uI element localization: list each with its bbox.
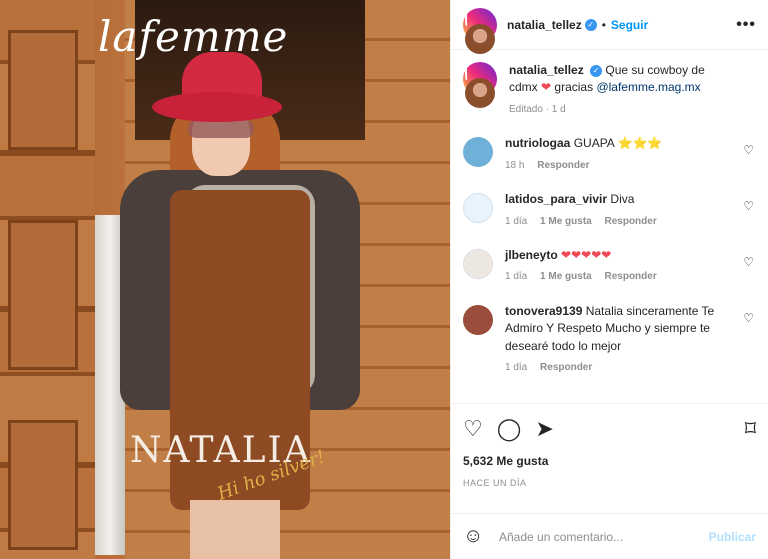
more-icon[interactable]: ••• (736, 16, 756, 34)
comment-username[interactable]: jlbeneyto (505, 248, 558, 262)
publish-button[interactable]: Publicar (709, 530, 756, 544)
comments-list[interactable]: natalia_tellez ✓ Que su cowboy de cdmx ❤… (451, 50, 768, 403)
bookmark-icon[interactable]: ⌑ (745, 416, 756, 442)
caption-body: natalia_tellez ✓ Que su cowboy de cdmx ❤… (509, 62, 756, 117)
commenter-avatar[interactable] (463, 193, 493, 224)
like-comment-icon[interactable]: ♡ (743, 199, 754, 213)
mention-link[interactable]: @lafemme.mag.mx (596, 80, 700, 94)
door-panel (8, 420, 78, 550)
share-icon[interactable]: ➤ (535, 416, 553, 442)
comment-likes[interactable]: 1 Me gusta (540, 271, 592, 282)
comment-likes[interactable]: 1 Me gusta (540, 216, 592, 227)
comment-body: tonovera9139 Natalia sinceramente Te Adm… (505, 303, 756, 376)
emoji-icon[interactable]: ☺ (463, 525, 487, 548)
magazine-logo: lafemme (98, 12, 289, 61)
post-header: natalia_tellez ✓ • Seguir ••• (451, 0, 768, 70)
commenter-avatar[interactable] (463, 304, 493, 335)
commenter-avatar[interactable] (463, 249, 493, 280)
post-sidebar: natalia_tellez ✓ • Seguir ••• natalia_te… (450, 0, 768, 559)
reply-button[interactable]: Responder (537, 160, 589, 171)
follow-button[interactable]: Seguir (611, 18, 648, 32)
comment-item: jlbeneyto ❤❤❤❤❤ 1 día 1 Me gusta Respond… (463, 247, 756, 285)
hat-brim (152, 92, 282, 122)
comment-time: 1 día (505, 362, 528, 374)
door-panel (8, 30, 78, 150)
door-left (0, 0, 95, 559)
post-frame: lafemme NATALIA Hi ho silver! natalia_te… (0, 0, 768, 559)
star-emoji: ⭐⭐⭐ (617, 136, 663, 151)
like-comment-icon[interactable]: ♡ (743, 143, 754, 157)
comment-item: latidos_para_vivir Diva 1 día 1 Me gusta… (463, 191, 756, 229)
author-avatar[interactable] (463, 7, 497, 70)
comment-body: nutriologaa GUAPA ⭐⭐⭐ 18 h Responder (505, 135, 756, 173)
reply-button[interactable]: Responder (605, 216, 657, 227)
verified-icon: ✓ (590, 64, 603, 77)
comment-username[interactable]: tonovera9139 (505, 304, 582, 318)
comment-item: nutriologaa GUAPA ⭐⭐⭐ 18 h Responder ♡ (463, 135, 756, 173)
comment-time: 1 día (505, 271, 528, 283)
heart-emoji: ❤ (541, 80, 552, 95)
comment-input[interactable] (499, 529, 709, 544)
action-icons: ♡ ◯ ➤ ⌑ (463, 416, 756, 442)
heart-emoji: ❤❤❤❤❤ (561, 248, 612, 263)
likes-count[interactable]: 5,632 Me gusta (463, 454, 756, 468)
verified-icon: ✓ (584, 18, 597, 31)
comment-time: 1 día (505, 215, 528, 227)
door-panel (8, 220, 78, 370)
like-comment-icon[interactable]: ♡ (743, 255, 754, 269)
reply-button[interactable]: Responder (605, 271, 657, 282)
reply-button[interactable]: Responder (540, 362, 592, 373)
comment-meta: 1 día Responder (505, 361, 736, 376)
heart-icon[interactable]: ♡ (463, 416, 483, 442)
comment-time: 18 h (505, 159, 525, 171)
comment-text: GUAPA (573, 136, 615, 151)
separator-dot: • (601, 17, 606, 32)
comment-username[interactable]: nutriologaa (505, 136, 570, 150)
comment-body: jlbeneyto ❤❤❤❤❤ 1 día 1 Me gusta Respond… (505, 247, 756, 285)
comment-meta: 1 día 1 Me gusta Responder (505, 270, 736, 285)
comment-icon[interactable]: ◯ (497, 416, 522, 442)
comment-text: Diva (610, 192, 635, 207)
caption-meta: Editado · 1 d (509, 103, 566, 115)
caption-avatar[interactable] (463, 62, 497, 124)
caption-text-after: gracias (554, 80, 594, 95)
legs (190, 500, 280, 559)
comment-body: latidos_para_vivir Diva 1 día 1 Me gusta… (505, 191, 756, 229)
author-username[interactable]: natalia_tellez (507, 18, 582, 32)
post-actions: ♡ ◯ ➤ ⌑ 5,632 Me gusta HACE UN DÍA (451, 403, 768, 513)
post-image[interactable]: lafemme NATALIA Hi ho silver! (0, 0, 450, 559)
caption: natalia_tellez ✓ Que su cowboy de cdmx ❤… (463, 62, 756, 124)
like-comment-icon[interactable]: ♡ (743, 311, 754, 325)
comment-username[interactable]: latidos_para_vivir (505, 192, 607, 206)
caption-username[interactable]: natalia_tellez (509, 63, 584, 77)
comment-meta: 1 día 1 Me gusta Responder (505, 215, 736, 230)
comment-meta: 18 h Responder (505, 159, 736, 174)
post-time: HACE UN DÍA (463, 478, 527, 488)
commenter-avatar[interactable] (463, 137, 493, 168)
comment-item: tonovera9139 Natalia sinceramente Te Adm… (463, 303, 756, 376)
add-comment-bar: ☺ Publicar (451, 513, 768, 559)
sunglasses (188, 120, 254, 138)
